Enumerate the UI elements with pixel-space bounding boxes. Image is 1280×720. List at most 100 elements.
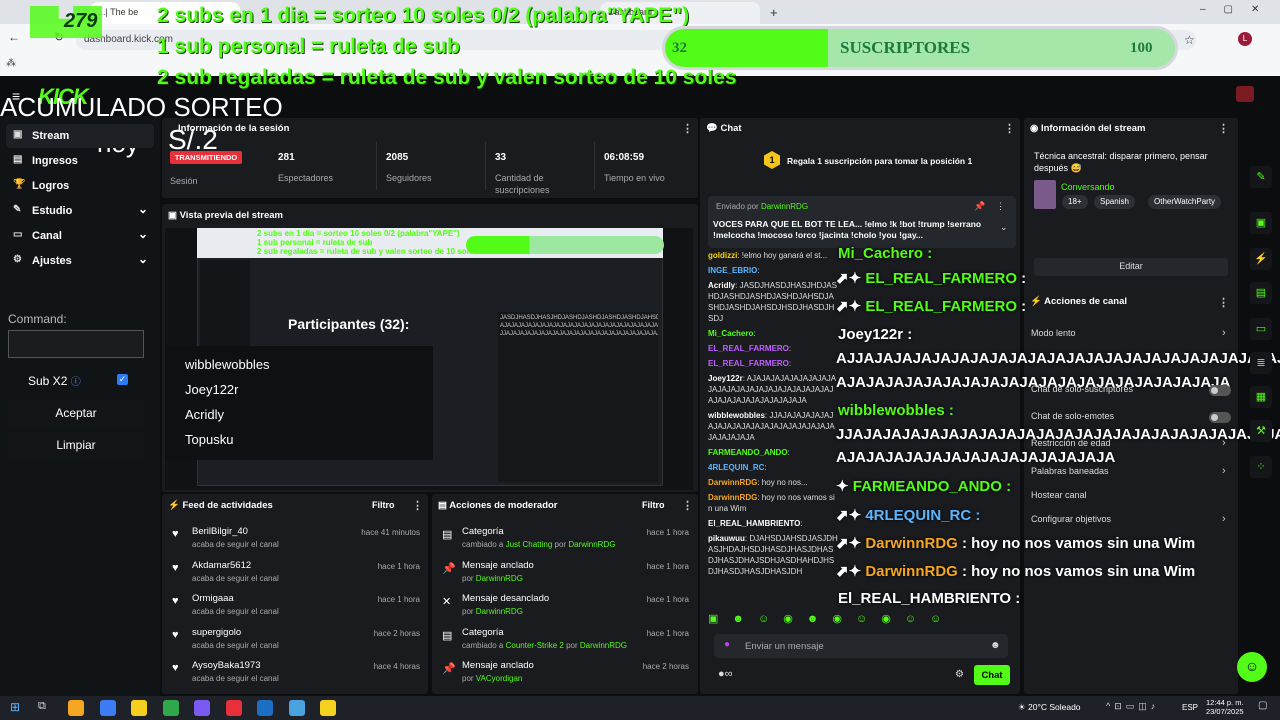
taskbar-app-icon[interactable] [131,700,147,716]
channel-actions-menu-icon[interactable]: ⋮ [1218,296,1229,309]
user-avatar[interactable] [1236,86,1254,102]
new-tab-icon[interactable]: + [770,5,778,20]
chat-message[interactable]: goldizzi: !elmo hoy ganará el st... [708,250,838,261]
profile-avatar[interactable]: L [1238,32,1252,46]
taskbar-app-icon[interactable] [194,700,210,716]
chat-extras-icon[interactable]: ●∞ [718,668,733,680]
channel-action-item[interactable]: Restricción de edad [1031,438,1111,448]
accept-button[interactable]: Aceptar [8,400,144,426]
session-menu-icon[interactable]: ⋮ [682,122,693,135]
chat-username[interactable]: wibblewobbles [708,411,765,420]
window-controls[interactable]: –▢✕ [1200,4,1277,15]
taskbar-app-icon[interactable] [257,700,273,716]
emote-bar[interactable]: ▣☻☺◉☻◉☺◉☺☺ [708,612,1016,630]
clock[interactable]: 12:44 p. m. 23/07/2025 [1206,698,1244,716]
feed-name[interactable]: BerilBilgir_40 [192,526,248,537]
mod-action-user[interactable]: DarwinnRDG [580,641,627,650]
mod-menu-icon[interactable]: ⋮ [682,499,693,512]
sidebar-item-ingresos[interactable]: ▤ Ingresos [6,149,154,173]
chat-message[interactable]: Mi_Cachero: [708,328,838,339]
taskbar-app-icon[interactable] [288,700,305,716]
chat-settings-icon[interactable]: ⚙ [955,669,964,680]
mod-action-user[interactable]: DarwinnRDG [476,574,523,583]
chat-username[interactable]: INGE_EBRIO [708,266,757,275]
toolbar-chat-icon[interactable]: ▭ [1250,318,1272,340]
taskbar-app-icon[interactable] [320,700,336,716]
chat-message[interactable]: EL_REAL_FARMERO: [708,358,838,369]
chat-username[interactable]: goldizzi [708,251,737,260]
mod-action-category[interactable]: Counter-Strike 2 [506,641,564,650]
toolbar-grid-icon[interactable]: ▦ [1250,386,1272,408]
mod-action-user[interactable]: VACyordigan [476,674,523,683]
weather-widget[interactable]: ☀ 20°C Soleado [1018,702,1081,713]
command-input[interactable] [8,330,144,358]
sub-x2-checkbox[interactable]: ✓ [117,374,128,385]
notification-icon[interactable]: ▢ [1258,700,1267,711]
gift-sub-banner[interactable]: Regala 1 suscripción para tomar la posic… [787,156,972,166]
chat-message[interactable]: INGE_EBRIO: [708,265,838,276]
feed-filter-button[interactable]: Filtro [372,500,395,510]
mod-filter-button[interactable]: Filtro [642,500,665,510]
channel-action-item[interactable]: Palabras baneadas [1031,466,1109,476]
chat-username[interactable]: Mi_Cachero [708,329,753,338]
back-icon[interactable]: ← [8,30,20,44]
stream-tag[interactable]: OtherWatchParty [1148,195,1222,209]
mod-action-user[interactable]: DarwinnRDG [568,540,615,549]
chat-username[interactable]: EL_REAL_FARMERO [708,344,789,353]
toolbar-more-icon[interactable]: ⁘ [1250,456,1272,478]
channel-action-item[interactable]: Chat de solo-emotes [1031,411,1114,421]
chat-username[interactable]: pikauwuu [708,534,745,543]
sidebar-item-stream[interactable]: ▣ Stream [6,124,154,148]
toggle-switch[interactable] [1209,385,1231,396]
toolbar-frame-icon[interactable]: ▣ [1250,212,1272,234]
stream-tag[interactable]: Spanish [1094,195,1135,209]
chat-message[interactable]: Acridly: JASDJHASDJHASJHDJASHDJASHDJASHD… [708,280,838,324]
feed-name[interactable]: Akdamar5612 [192,560,251,571]
taskbar-app-icon[interactable] [225,700,242,716]
pinned-menu-icon[interactable]: ⋮ [996,201,1005,212]
mic-icon[interactable]: ● [724,639,730,650]
chat-message[interactable]: FARMEANDO_ANDO: [708,447,838,458]
stream-info-menu-icon[interactable]: ⋮ [1218,122,1229,135]
toggle-switch[interactable] [1209,412,1231,423]
category-link[interactable]: Conversando [1061,182,1115,192]
sidebar-item-ajustes[interactable]: ⚙ Ajustes ⌄ [6,249,154,273]
chat-message[interactable]: EL_REAL_FARMERO: [708,343,838,354]
mod-action-user[interactable]: DarwinnRDG [476,607,523,616]
toolbar-stack-icon[interactable]: ≣ [1250,352,1272,374]
chat-message[interactable]: DarwinnRDG: hoy no nos... [708,477,838,488]
chat-username[interactable]: FARMEANDO_ANDO [708,448,788,457]
chat-message[interactable]: wibblewobbles: JJAJAJAJAJAJAJAJAJAJAJAJA… [708,410,838,443]
tray-icons[interactable]: ^⊡▭◫♪ [1106,701,1159,712]
apps-grid-icon[interactable]: ⁂ [6,58,16,69]
toolbar-tool-icon[interactable]: ⚒ [1250,420,1272,442]
taskbar-app-icon[interactable] [68,700,84,716]
pin-icon[interactable]: 📌 [974,201,985,212]
chat-username[interactable]: EL_REAL_FARMERO [708,359,789,368]
chat-send-button[interactable]: Chat [974,665,1010,685]
toolbar-list-icon[interactable]: ▤ [1250,282,1272,304]
chat-message[interactable]: El_REAL_HAMBRIENTO: [708,518,838,529]
clear-button[interactable]: Limpiar [8,432,144,458]
taskbar-app-icon[interactable] [99,700,116,716]
language-indicator[interactable]: ESP [1182,703,1198,712]
chat-menu-icon[interactable]: ⋮ [1004,122,1015,135]
task-view-icon[interactable]: ⧉ [38,700,46,713]
chat-username[interactable]: DarwinnRDG [708,493,757,502]
sidebar-item-canal[interactable]: ▭ Canal ⌄ [6,224,154,248]
mod-action-category[interactable]: Just Chatting [506,540,553,549]
toolbar-bolt-icon[interactable]: ⚡ [1250,248,1272,270]
chat-message[interactable]: 4RLEQUIN_RC: [708,462,838,473]
channel-action-item[interactable]: Modo lento [1031,328,1076,338]
chat-message[interactable]: DarwinnRDG: hoy no nos vamos sin una Wim [708,492,838,514]
chat-message[interactable]: pikauwuu: DJAHSDJAHSDJASJDHASJHDAJHSDJHA… [708,533,838,577]
feed-name[interactable]: AysoyBaka1973 [192,660,261,671]
feed-menu-icon[interactable]: ⋮ [412,499,423,512]
assistant-button[interactable]: ☺ [1237,652,1267,682]
bookmark-star-icon[interactable]: ☆ [1184,33,1195,47]
start-icon[interactable]: ⊞ [10,700,20,714]
chat-username[interactable]: Joey122r [708,374,743,383]
channel-action-item[interactable]: Chat de solo-suscriptores [1031,384,1133,394]
chat-username[interactable]: El_REAL_HAMBRIENTO [708,519,800,528]
chat-username[interactable]: 4RLEQUIN_RC [708,463,764,472]
